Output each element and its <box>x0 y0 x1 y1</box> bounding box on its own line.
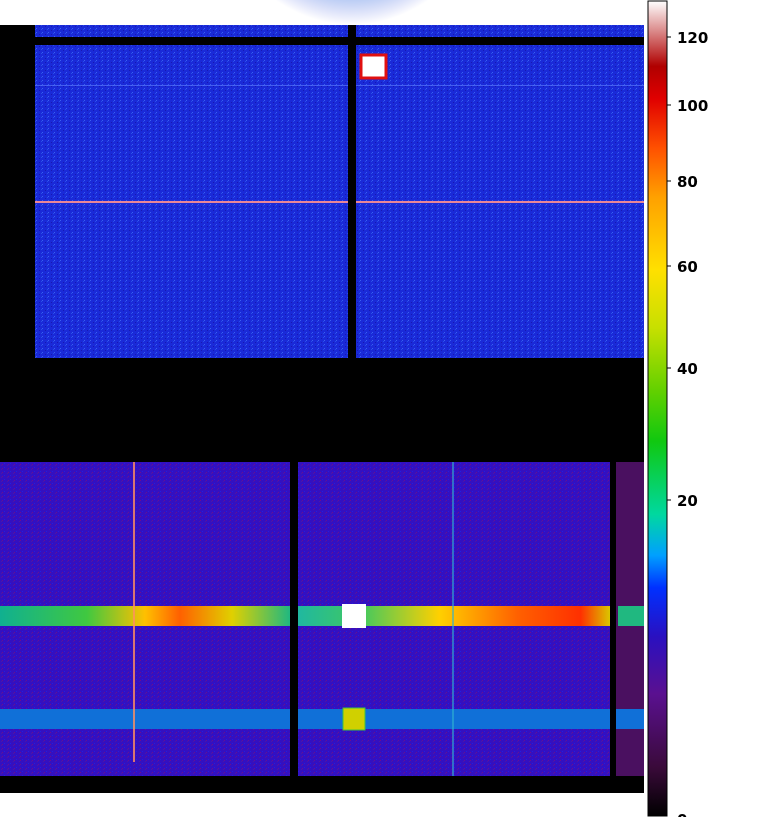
colorbar-label-0: 0 <box>677 811 687 817</box>
colorbar-gradient <box>647 0 668 817</box>
colorbar: 120 100 80 60 40 20 0 <box>647 0 708 817</box>
colorbar-label-100: 100 <box>677 97 708 115</box>
colorbar-label-80: 80 <box>677 173 698 191</box>
colorbar-label-60: 60 <box>677 258 698 276</box>
upper-ccd-image <box>35 0 644 358</box>
lower-ccd-image <box>0 462 644 776</box>
colorbar-label-20: 20 <box>677 492 698 510</box>
colorbar-label-120: 120 <box>677 29 708 47</box>
ccd-intensity-figure: 120 100 80 60 40 20 0 <box>0 0 708 817</box>
colorbar-label-40: 40 <box>677 360 698 378</box>
